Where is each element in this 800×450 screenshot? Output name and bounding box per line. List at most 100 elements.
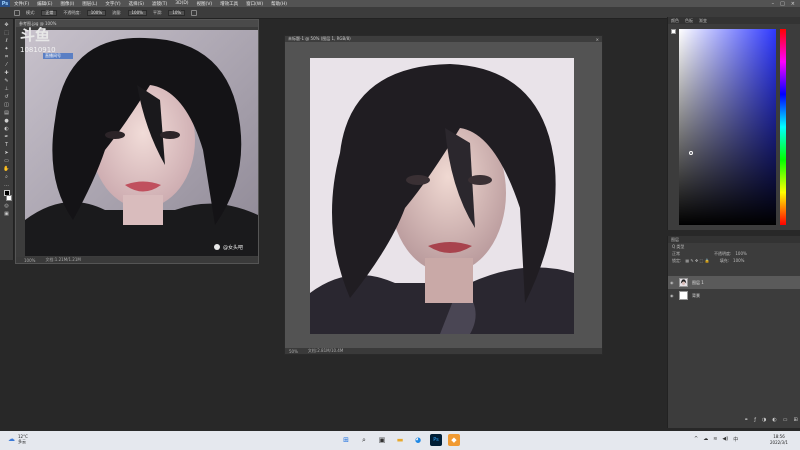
weather-widget[interactable]: ☁ 12°C 多云 [8,434,28,444]
lock-icons[interactable]: ▦ ✎ ✥ ⬚ 🔒 [685,258,709,263]
layer-opacity-field[interactable]: 100% [735,251,746,256]
gradient-tool-icon[interactable]: ▤ [3,110,11,116]
layer-mode-row: 正常 不透明度: 100% [668,250,800,257]
photoshop-taskbar-icon[interactable]: Ps [430,434,442,446]
tab-gradients[interactable]: 渐变 [699,18,707,24]
taskbar-clock[interactable]: 18:56 2022/3/1 [770,434,788,446]
menu-layer[interactable]: 图层(L) [78,1,101,7]
background-color-swatch[interactable] [5,195,12,201]
folder-icon[interactable]: ▭ [783,417,788,423]
menu-3d[interactable]: 3D(D) [171,1,192,6]
menu-view[interactable]: 视图(V) [193,1,217,7]
screen-mode-icon[interactable]: ▣ [3,211,11,217]
chevron-up-icon[interactable]: ^ [694,436,698,443]
douyu-logo: 斗鱼 [20,26,51,44]
photoshop-logo[interactable]: Ps [0,0,10,7]
color-picker-handle[interactable] [689,151,693,155]
painting-zoom-level[interactable]: 50% [289,349,298,354]
tab-swatches[interactable]: 色板 [685,18,693,24]
marquee-tool-icon[interactable]: ⬚ [3,30,11,36]
task-view-icon[interactable]: ▣ [376,434,388,446]
tab-color[interactable]: 颜色 [671,18,679,24]
close-icon[interactable]: × [791,1,795,7]
hue-slider[interactable] [780,29,786,225]
opacity-field[interactable]: 100% [86,9,107,16]
eraser-tool-icon[interactable]: ◫ [3,102,11,108]
layer-name[interactable]: 背景 [692,293,700,299]
fx-icon[interactable]: ƒ [754,417,756,423]
painting-canvas[interactable] [310,58,574,334]
file-explorer-icon[interactable]: ▬ [394,434,406,446]
search-icon[interactable]: ⌕ [358,434,370,446]
brush-preset-icon[interactable] [14,9,20,16]
menu-plugins[interactable]: 增效工具 [216,1,242,7]
layer-row-1[interactable]: ◉ 图层 1 [668,276,800,289]
doc-info[interactable]: 文档:1.21M/1.21M [45,257,80,263]
douyu-app-icon[interactable]: ◆ [448,434,460,446]
visibility-eye-icon[interactable]: ◉ [670,280,675,285]
adjustment-icon[interactable]: ◐ [772,417,776,423]
cloud-sync-icon[interactable]: ☁ [703,436,708,443]
current-color-chip[interactable] [671,29,676,34]
lasso-tool-icon[interactable]: ℓ [3,38,11,44]
painting-document-window[interactable]: 未标题-1 @ 50% (图层 1, RGB/8) × 50% 文档:2.81M… [284,35,603,355]
painting-doc-info[interactable]: 文档:2.81M/10.4M [308,348,343,354]
visibility-eye-icon[interactable]: ◉ [670,293,675,298]
menu-type[interactable]: 文字(Y) [101,1,124,7]
menu-edit[interactable]: 编辑(E) [33,1,56,7]
quick-mask-icon[interactable]: ◎ [3,203,11,209]
mode-select[interactable]: 正常 [41,9,58,16]
layer-name[interactable]: 图层 1 [692,280,704,286]
blend-mode-select[interactable]: 正常 [672,251,680,257]
history-brush-icon[interactable]: ↺ [3,94,11,100]
dodge-tool-icon[interactable]: ◐ [3,126,11,132]
type-tool-icon[interactable]: T [3,142,11,148]
zoom-tool-icon[interactable]: ⌕ [3,174,11,180]
path-select-icon[interactable]: ➤ [3,150,11,156]
healing-tool-icon[interactable]: ✚ [3,70,11,76]
cloud-icon: ☁ [8,435,15,443]
eyedropper-tool-icon[interactable]: ⁄ [3,62,11,68]
menu-help[interactable]: 帮助(H) [267,1,291,7]
stamp-tool-icon[interactable]: ⊥ [3,86,11,92]
reference-document-window[interactable]: 参考图.jpg @ 100% @女头吧 斗鱼 10810910 直播间号 100… [15,19,259,264]
wifi-icon[interactable]: ≋ [713,436,717,443]
windows-start-icon[interactable]: ⊞ [340,434,352,446]
painting-doc-tab[interactable]: 未标题-1 @ 50% (图层 1, RGB/8) × [285,36,602,42]
crop-tool-icon[interactable]: ⌗ [3,54,11,60]
minimize-icon[interactable]: – [772,1,775,7]
menu-image[interactable]: 图像(I) [56,1,78,7]
menu-window[interactable]: 窗口(W) [242,1,267,7]
shape-tool-icon[interactable]: ▭ [3,158,11,164]
flow-field[interactable]: 100% [127,9,147,16]
more-tools-icon[interactable]: … [3,182,11,188]
saturation-brightness-field[interactable] [679,29,776,225]
volume-icon[interactable]: ◀) [722,436,728,443]
menu-file[interactable]: 文件(F) [10,1,33,7]
menu-select[interactable]: 选择(S) [125,1,148,7]
new-layer-icon[interactable]: ⊞ [793,417,797,423]
zoom-level[interactable]: 100% [24,258,35,263]
fill-field[interactable]: 100% [733,258,744,263]
mask-icon[interactable]: ◑ [762,417,766,423]
layer-row-background[interactable]: ◉ 背景 [668,289,800,302]
edge-browser-icon[interactable]: ◕ [412,434,424,446]
move-tool-icon[interactable]: ✥ [3,22,11,28]
settings-icon[interactable] [191,9,198,16]
maximize-icon[interactable]: □ [780,1,785,7]
pen-tool-icon[interactable]: ✒ [3,134,11,140]
hand-tool-icon[interactable]: ✋ [3,166,11,172]
brush-tool-icon[interactable]: ✎ [3,78,11,84]
blur-tool-icon[interactable]: ● [3,118,11,124]
layer-lock-row: 锁定: ▦ ✎ ✥ ⬚ 🔒 填充: 100% [668,257,800,264]
magic-wand-tool-icon[interactable]: ✦ [3,46,11,52]
smooth-field[interactable]: 10% [168,9,186,16]
menu-filter[interactable]: 滤镜(T) [148,1,171,7]
input-method-icon[interactable]: 中 [733,436,738,443]
reference-photo[interactable]: @女头吧 [25,30,258,256]
close-doc-icon[interactable]: × [596,37,602,42]
layer-opacity-label: 不透明度: [714,250,732,256]
link-layers-icon[interactable]: ⚭ [744,417,748,423]
layers-tab[interactable]: 图层 [668,236,800,243]
layer-kind-filter[interactable]: Q 类型 [672,244,684,250]
